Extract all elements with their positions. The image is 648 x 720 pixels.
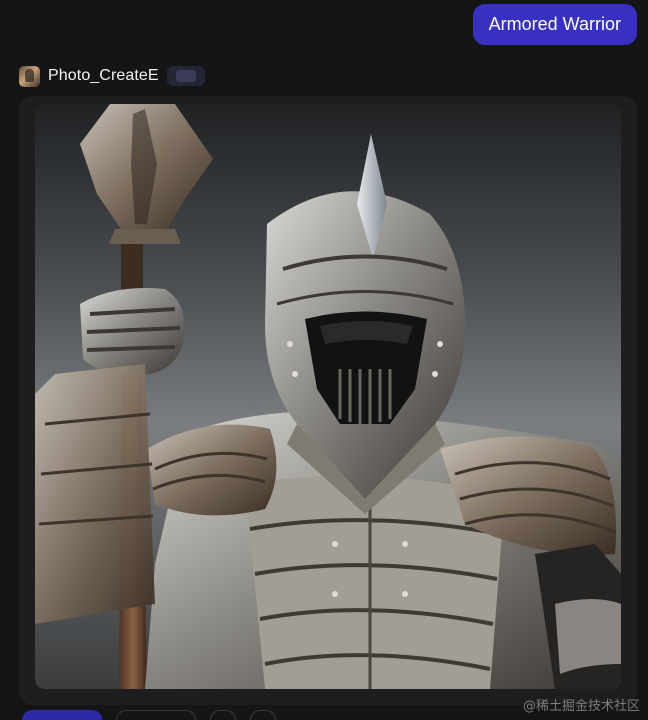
armored-knight-image	[35, 104, 621, 689]
generated-image[interactable]	[35, 104, 621, 689]
bot-header: Photo_CreateE	[19, 64, 205, 88]
bot-avatar-icon[interactable]	[19, 65, 40, 87]
chat-page: Armored Warrior Photo_CreateE @稀土掘金技术社区	[0, 0, 648, 720]
bot-response-card	[19, 96, 637, 705]
message-actions	[22, 710, 276, 720]
user-message-bubble: Armored Warrior	[472, 4, 637, 45]
bot-badge-icon	[166, 66, 205, 86]
user-message-text: Armored Warrior	[488, 14, 621, 34]
action-icon-button[interactable]	[210, 710, 236, 720]
action-button[interactable]	[116, 710, 196, 720]
watermark: @稀土掘金技术社区	[522, 699, 640, 714]
bot-name[interactable]: Photo_CreateE	[48, 67, 159, 85]
action-button-primary[interactable]	[22, 710, 102, 720]
action-icon-button[interactable]	[250, 710, 276, 720]
